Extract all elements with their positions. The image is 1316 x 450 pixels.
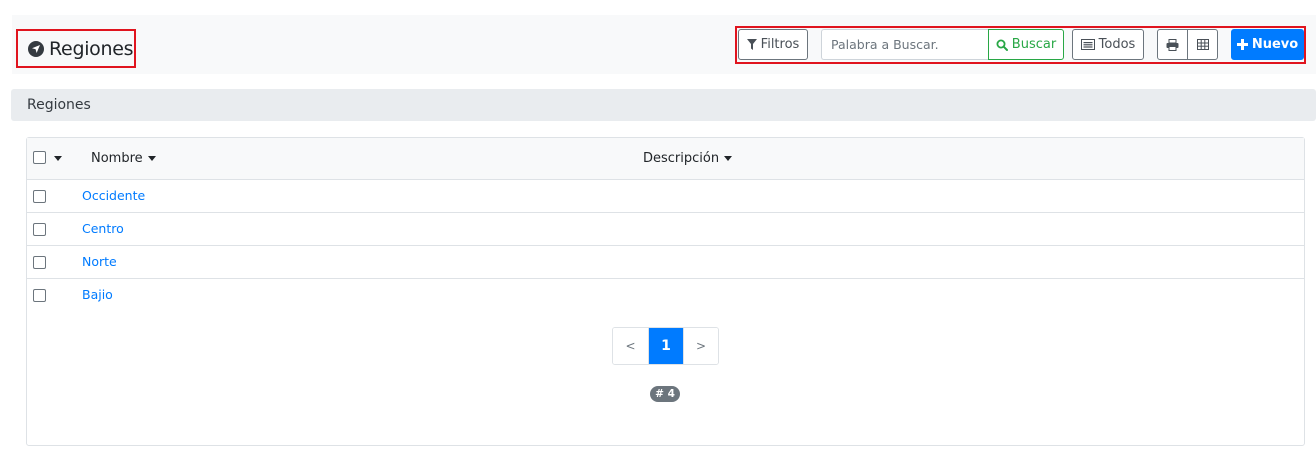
page-title: Regiones (49, 37, 134, 60)
table-row: Centro (27, 213, 1304, 246)
sort-caret-icon (724, 156, 733, 161)
search-button-label: Buscar (1011, 37, 1057, 52)
all-button[interactable]: Todos (1072, 29, 1144, 60)
sort-caret-icon (147, 156, 156, 161)
new-button[interactable]: Nuevo (1231, 29, 1304, 60)
table-row: Bajio (27, 279, 1304, 312)
bulk-actions-caret-icon[interactable] (54, 156, 62, 161)
column-header-nombre[interactable]: Nombre (91, 151, 156, 166)
print-icon (1166, 38, 1179, 51)
record-count-badge: # 4 (650, 386, 680, 402)
region-link[interactable]: Occidente (82, 188, 145, 203)
table-row: Norte (27, 246, 1304, 279)
pagination-next[interactable]: > (683, 328, 718, 364)
new-button-label: Nuevo (1251, 37, 1299, 52)
row-checkbox[interactable] (33, 190, 46, 203)
table-row: Occidente (27, 180, 1304, 213)
row-checkbox[interactable] (33, 256, 46, 269)
all-button-label: Todos (1098, 37, 1136, 52)
pagination-prev[interactable]: < (613, 328, 648, 364)
page-title-box: Regiones (16, 29, 136, 68)
region-link[interactable]: Centro (82, 221, 124, 236)
plus-icon (1236, 39, 1248, 50)
row-checkbox[interactable] (33, 223, 46, 236)
filters-button-label: Filtros (760, 37, 800, 52)
search-icon (996, 39, 1008, 51)
select-all-checkbox[interactable] (33, 151, 46, 164)
region-link[interactable]: Bajio (82, 287, 113, 302)
filter-icon (746, 39, 757, 50)
section-header: Regiones (11, 89, 1316, 121)
row-checkbox[interactable] (33, 289, 46, 302)
search-input[interactable] (821, 29, 989, 60)
location-arrow-icon (28, 40, 44, 57)
table-icon (1196, 39, 1209, 50)
pagination-page-1[interactable]: 1 (648, 328, 683, 364)
section-title: Regiones (27, 97, 91, 113)
pagination: < 1 > (612, 327, 719, 365)
list-alt-icon (1080, 39, 1095, 50)
region-link[interactable]: Norte (82, 254, 117, 269)
table-header: Nombre Descripción (27, 138, 1304, 180)
search-button[interactable]: Buscar (988, 29, 1064, 60)
column-header-descripcion[interactable]: Descripción (643, 151, 733, 166)
filters-button[interactable]: Filtros (738, 29, 808, 60)
table-view-button[interactable] (1187, 29, 1218, 60)
print-button[interactable] (1157, 29, 1188, 60)
regions-table-card: Nombre Descripción Occidente Centro Nort… (26, 137, 1305, 446)
